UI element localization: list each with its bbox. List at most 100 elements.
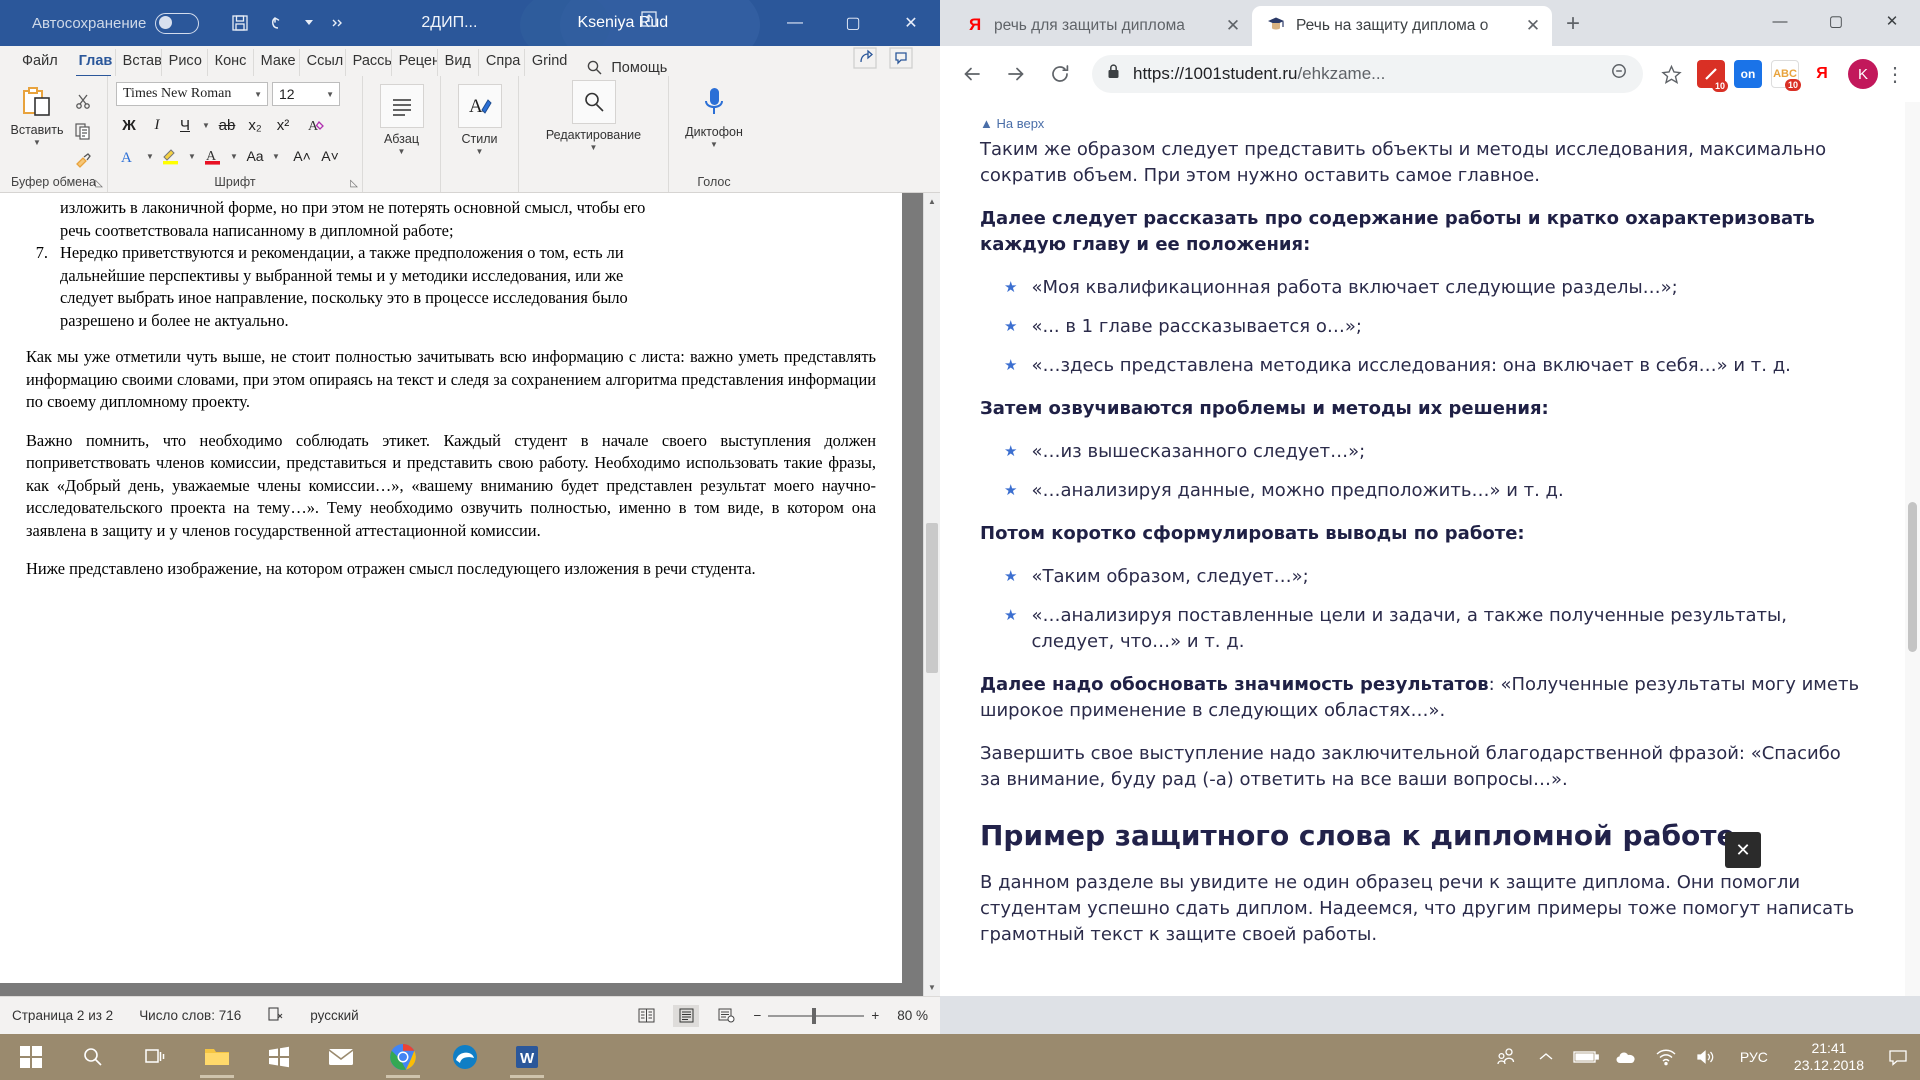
grow-font-button[interactable]: A˄ <box>289 144 315 168</box>
ribbon-group-editing[interactable]: Редактирование ▼ <box>519 76 669 192</box>
comments-button[interactable] <box>888 46 914 74</box>
address-bar[interactable]: https://1001student.ru/ehkzame... <box>1092 55 1643 93</box>
cut-icon[interactable] <box>68 88 98 114</box>
zoom-thumb[interactable] <box>812 1007 817 1024</box>
ribbon-group-paragraph[interactable]: Абзац ▼ <box>363 76 441 192</box>
clipboard-dialog-launcher[interactable]: ◺ <box>95 178 103 189</box>
word-vertical-scrollbar[interactable]: ▲ ▼ <box>923 193 940 996</box>
windows-start-icon[interactable] <box>0 1034 62 1080</box>
zoom-track[interactable] <box>768 1007 865 1024</box>
font-color-dropdown-icon[interactable]: ▼ <box>228 144 240 168</box>
superscript-button[interactable]: x² <box>270 113 296 137</box>
tab-draw[interactable]: Рисо <box>162 49 208 76</box>
word-minimize-button[interactable]: — <box>766 0 824 46</box>
notification-icon[interactable] <box>1876 1034 1920 1080</box>
search-icon[interactable] <box>62 1034 124 1080</box>
autosave-control[interactable]: Автосохранение <box>32 12 200 34</box>
task-view-icon[interactable] <box>124 1034 186 1080</box>
edge-icon[interactable] <box>434 1034 496 1080</box>
tab-insert[interactable]: Встав <box>116 49 162 76</box>
web-layout-icon[interactable] <box>713 1005 739 1027</box>
tab-references[interactable]: Ссыл <box>300 49 346 76</box>
scroll-thumb[interactable] <box>926 523 938 673</box>
on-extension-icon[interactable]: on <box>1734 60 1762 88</box>
battery-icon[interactable] <box>1566 1034 1606 1080</box>
mail-icon[interactable] <box>310 1034 372 1080</box>
zoom-level[interactable]: 80 % <box>897 1008 928 1023</box>
tab-view[interactable]: Вид <box>438 49 479 76</box>
cloud-icon[interactable] <box>1606 1034 1646 1080</box>
chrome-minimize-button[interactable]: — <box>1752 0 1808 42</box>
zoom-out-icon[interactable] <box>1610 62 1629 86</box>
strikethrough-button[interactable]: ab <box>214 113 240 137</box>
ribbon-group-styles[interactable]: A Стили ▼ <box>441 76 519 192</box>
language-indicator[interactable]: русский <box>310 1008 358 1023</box>
document-page[interactable]: изложить в лаконичной форме, но при этом… <box>0 193 902 983</box>
dictate-dropdown-icon[interactable]: ▼ <box>675 140 753 149</box>
ad-close-button[interactable]: ✕ <box>1725 832 1761 868</box>
chevron-up-icon[interactable] <box>1526 1034 1566 1080</box>
document-body[interactable]: изложить в лаконичной форме, но при этом… <box>26 193 876 581</box>
copy-icon[interactable] <box>68 118 98 144</box>
document-name[interactable]: 2ДИП... <box>421 14 477 32</box>
format-painter-icon[interactable] <box>68 148 98 174</box>
browser-tab-1[interactable]: Я речь для защиты диплома ✕ <box>952 6 1252 46</box>
subscript-button[interactable]: x₂ <box>242 113 268 137</box>
zoom-in-button[interactable]: + <box>871 1008 879 1023</box>
text-effects-dropdown-icon[interactable]: ▼ <box>144 144 156 168</box>
browser-vertical-scrollbar[interactable] <box>1905 102 1920 996</box>
paragraph-dropdown-icon[interactable]: ▼ <box>398 147 406 156</box>
clear-formatting-icon[interactable]: A <box>304 113 330 137</box>
zoom-out-button[interactable]: − <box>753 1008 761 1023</box>
paste-button[interactable]: Вставить ▼ <box>6 80 68 174</box>
font-size-combobox[interactable]: 12 ▼ <box>272 82 340 106</box>
editing-dropdown-icon[interactable]: ▼ <box>525 143 662 152</box>
text-effects-icon[interactable]: A <box>116 144 142 168</box>
back-to-top-link[interactable]: ▲ На верх <box>980 116 1866 131</box>
lock-icon[interactable] <box>1106 63 1121 85</box>
reload-icon[interactable] <box>1040 54 1080 94</box>
font-family-combobox[interactable]: Times New Roman ▼ <box>116 82 268 106</box>
styles-dropdown-icon[interactable]: ▼ <box>476 147 484 156</box>
abc-spellcheck-extension-icon[interactable]: ABC 10 <box>1771 60 1801 91</box>
print-layout-icon[interactable] <box>673 1004 700 1027</box>
more-vertical-icon[interactable]: ⋮ <box>1882 62 1908 87</box>
autosave-toggle[interactable] <box>155 12 200 34</box>
wifi-icon[interactable] <box>1646 1034 1686 1080</box>
tell-me-box[interactable]: Помощь <box>586 59 667 76</box>
tab-layout[interactable]: Маке <box>254 49 300 76</box>
clock[interactable]: 21:41 23.12.2018 <box>1782 1040 1876 1074</box>
read-mode-icon[interactable] <box>633 1005 659 1027</box>
ribbon-group-voice[interactable]: Диктофон ▼ Голос <box>669 76 759 192</box>
chrome-close-button[interactable]: ✕ <box>1864 0 1920 42</box>
back-arrow-icon[interactable] <box>952 54 992 94</box>
word-icon[interactable]: W <box>496 1034 558 1080</box>
microsoft-store-icon[interactable] <box>248 1034 310 1080</box>
chrome-maximize-button[interactable]: ▢ <box>1808 0 1864 42</box>
new-tab-button[interactable]: + <box>1566 10 1580 38</box>
shrink-font-button[interactable]: A˅ <box>317 144 343 168</box>
tab-home[interactable]: Глав <box>72 49 116 76</box>
browser-scroll-thumb[interactable] <box>1908 502 1917 652</box>
paste-dropdown-icon[interactable]: ▼ <box>33 138 41 147</box>
change-case-dropdown-icon[interactable]: ▼ <box>270 144 282 168</box>
scroll-up-icon[interactable]: ▲ <box>924 193 940 210</box>
star-icon[interactable] <box>1655 54 1687 94</box>
word-count[interactable]: Число слов: 716 <box>139 1008 241 1023</box>
share-button[interactable] <box>852 46 878 74</box>
tab-design[interactable]: Конс <box>208 49 254 76</box>
word-close-button[interactable]: ✕ <box>882 0 940 46</box>
close-icon[interactable]: ✕ <box>1224 16 1242 36</box>
tab-file[interactable]: Файл <box>12 49 72 76</box>
highlight-icon[interactable] <box>158 144 184 168</box>
highlight-dropdown-icon[interactable]: ▼ <box>186 144 198 168</box>
adblock-extension-icon[interactable]: 10 <box>1697 60 1728 92</box>
yandex-extension-icon[interactable]: Я <box>1808 60 1836 88</box>
share-window-icon[interactable] <box>638 8 660 35</box>
tab-review[interactable]: Рецен <box>392 49 438 76</box>
speaker-icon[interactable] <box>1686 1034 1726 1080</box>
tab-help[interactable]: Спра <box>479 49 525 76</box>
tab-grind[interactable]: Grind <box>525 49 574 76</box>
change-case-button[interactable]: Aa <box>242 144 268 168</box>
font-dialog-launcher[interactable]: ◺ <box>350 178 358 189</box>
